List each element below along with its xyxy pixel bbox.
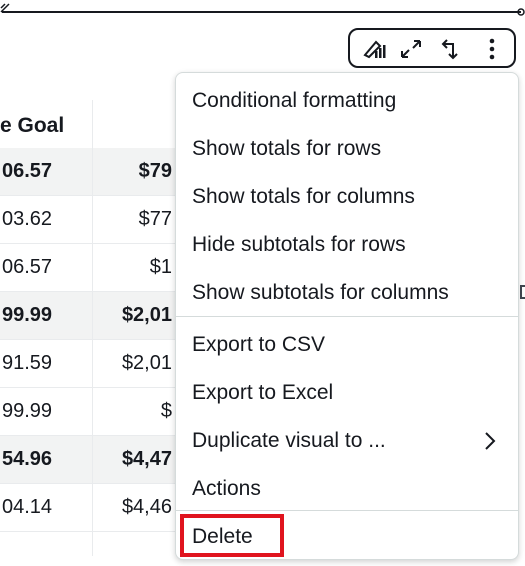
menu-divider: [176, 510, 518, 511]
table-cell: $: [160, 400, 172, 422]
menu-item-export-excel[interactable]: Export to Excel: [192, 381, 333, 405]
menu-item-conditional-formatting[interactable]: Conditional formatting: [192, 89, 396, 113]
menu-divider: [176, 316, 518, 317]
table-cell: $79: [138, 160, 172, 182]
menu-item-show-totals-columns[interactable]: Show totals for columns: [192, 185, 415, 209]
resize-handle-icon[interactable]: [516, 6, 525, 18]
visual-options-menu: Conditional formatting Show totals for r…: [175, 72, 519, 560]
drill-up-icon[interactable]: [436, 36, 464, 62]
table-cell: 99.99: [2, 400, 53, 422]
table-cell: $1: [149, 256, 172, 278]
scroll-edge-icon: [520, 285, 525, 299]
table-row: 54.96 $4,47: [0, 436, 180, 484]
table-row: 04.14 $4,46: [0, 484, 180, 532]
table-cell: $2,01: [121, 304, 172, 326]
table-cell: $77: [138, 208, 172, 230]
table-cell: 99.99: [2, 304, 53, 326]
more-options-icon[interactable]: [478, 36, 506, 62]
table-row: 99.99 $: [0, 388, 180, 436]
table-cell: 06.57: [2, 256, 53, 278]
menu-item-duplicate-visual[interactable]: Duplicate visual to ...: [192, 429, 386, 453]
table-cell: $4,47: [121, 448, 172, 470]
menu-item-show-totals-rows[interactable]: Show totals for rows: [192, 137, 381, 161]
expand-icon[interactable]: [397, 36, 425, 62]
menu-item-export-csv[interactable]: Export to CSV: [192, 333, 325, 357]
column-divider: [92, 100, 93, 556]
menu-item-show-subtotals-columns[interactable]: Show subtotals for columns: [192, 281, 449, 305]
table-cell: 03.62: [2, 208, 53, 230]
menu-item-hide-subtotals-rows[interactable]: Hide subtotals for rows: [192, 233, 406, 257]
format-visual-icon[interactable]: [360, 36, 388, 62]
table-row: 06.57 $79: [0, 148, 180, 196]
menu-item-actions[interactable]: Actions: [192, 477, 261, 501]
table-row: 03.62 $77: [0, 196, 180, 244]
table-row: 91.59 $2,01: [0, 340, 180, 388]
table-cell: $2,01: [121, 352, 172, 374]
menu-item-delete[interactable]: Delete: [192, 525, 253, 549]
table-row: 99.99 $2,01: [0, 292, 180, 340]
table-header-row: e Goal: [0, 100, 180, 149]
table-cell: 54.96: [2, 448, 53, 470]
resize-handle-icon[interactable]: [0, 2, 10, 14]
table-cell: 06.57: [2, 160, 53, 182]
visual-frame-border: [2, 11, 521, 13]
column-header[interactable]: e Goal: [0, 114, 64, 138]
table-cell: 04.14: [2, 496, 53, 518]
chevron-right-icon[interactable]: [480, 430, 500, 452]
table-cell: $4,46: [121, 496, 172, 518]
table-row: 06.57 $1: [0, 244, 180, 292]
visual-toolbar: [348, 28, 516, 68]
table-cell: 91.59: [2, 352, 53, 374]
